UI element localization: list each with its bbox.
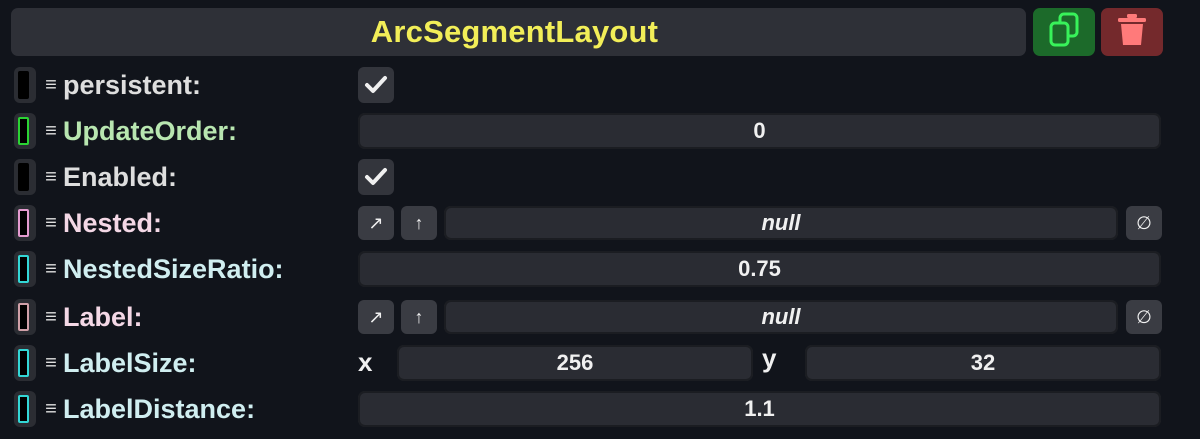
component-title: ArcSegmentLayout	[370, 14, 659, 49]
clear-reference-button[interactable]: ∅	[1126, 300, 1162, 334]
field-handle[interactable]	[14, 113, 36, 149]
persistent-checkbox[interactable]	[358, 67, 394, 103]
nested-size-ratio-input[interactable]: 0.75	[358, 251, 1161, 287]
field-handle[interactable]	[14, 345, 36, 381]
drag-handle-icon[interactable]: ≡	[40, 386, 62, 432]
label-reference-field[interactable]: null	[444, 300, 1118, 334]
navigate-up-button[interactable]: ↑	[401, 206, 437, 240]
field-handle[interactable]	[14, 251, 36, 287]
delete-button[interactable]	[1101, 8, 1163, 56]
field-label: LabelSize:	[63, 348, 197, 378]
field-label: LabelDistance:	[63, 394, 256, 424]
field-label: Label:	[63, 302, 143, 332]
field-handle[interactable]	[14, 391, 36, 427]
label-distance-input[interactable]: 1.1	[358, 391, 1161, 427]
open-inspector-button[interactable]: ↗	[358, 206, 394, 240]
field-label: NestedSizeRatio:	[63, 254, 284, 284]
drag-handle-icon[interactable]: ≡	[40, 340, 62, 386]
drag-handle-icon[interactable]: ≡	[40, 246, 62, 292]
field-label: Nested:	[63, 208, 163, 238]
field-row-enabled: ≡ Enabled:	[0, 154, 1200, 200]
duplicate-button[interactable]	[1033, 8, 1095, 56]
field-row-nested-size-ratio: ≡ NestedSizeRatio: 0.75	[0, 246, 1200, 292]
drag-handle-icon[interactable]: ≡	[40, 62, 62, 108]
y-axis-label: y	[762, 343, 777, 373]
navigate-up-button[interactable]: ↑	[401, 300, 437, 334]
drag-handle-icon[interactable]: ≡	[40, 294, 62, 340]
label-size-y-input[interactable]: 32	[805, 345, 1161, 381]
field-label: UpdateOrder:	[63, 116, 238, 146]
drag-handle-icon[interactable]: ≡	[40, 108, 62, 154]
nested-reference-field[interactable]: null	[444, 206, 1118, 240]
field-row-persistent: ≡ persistent:	[0, 62, 1200, 108]
field-handle[interactable]	[14, 205, 36, 241]
component-header: ArcSegmentLayout	[11, 8, 1026, 56]
field-handle[interactable]	[14, 159, 36, 195]
field-row-update-order: ≡ UpdateOrder: 0	[0, 108, 1200, 154]
duplicate-icon	[1048, 12, 1080, 53]
checkmark-icon	[365, 168, 387, 185]
field-row-label-distance: ≡ LabelDistance: 1.1	[0, 386, 1200, 432]
field-row-nested: ≡ Nested: ↗ ↑ null ∅	[0, 200, 1200, 246]
field-row-label: ≡ Label: ↗ ↑ null ∅	[0, 294, 1200, 340]
field-handle[interactable]	[14, 299, 36, 335]
open-inspector-button[interactable]: ↗	[358, 300, 394, 334]
clear-reference-button[interactable]: ∅	[1126, 206, 1162, 240]
field-handle[interactable]	[14, 67, 36, 103]
update-order-input[interactable]: 0	[358, 113, 1161, 149]
trash-icon	[1117, 13, 1147, 52]
drag-handle-icon[interactable]: ≡	[40, 154, 62, 200]
field-row-label-size: ≡ LabelSize: x 256 y 32	[0, 340, 1200, 386]
field-label: persistent:	[63, 70, 202, 100]
checkmark-icon	[365, 76, 387, 93]
field-label: Enabled:	[63, 162, 178, 192]
label-size-x-input[interactable]: 256	[397, 345, 753, 381]
drag-handle-icon[interactable]: ≡	[40, 200, 62, 246]
x-axis-label: x	[358, 347, 373, 377]
enabled-checkbox[interactable]	[358, 159, 394, 195]
